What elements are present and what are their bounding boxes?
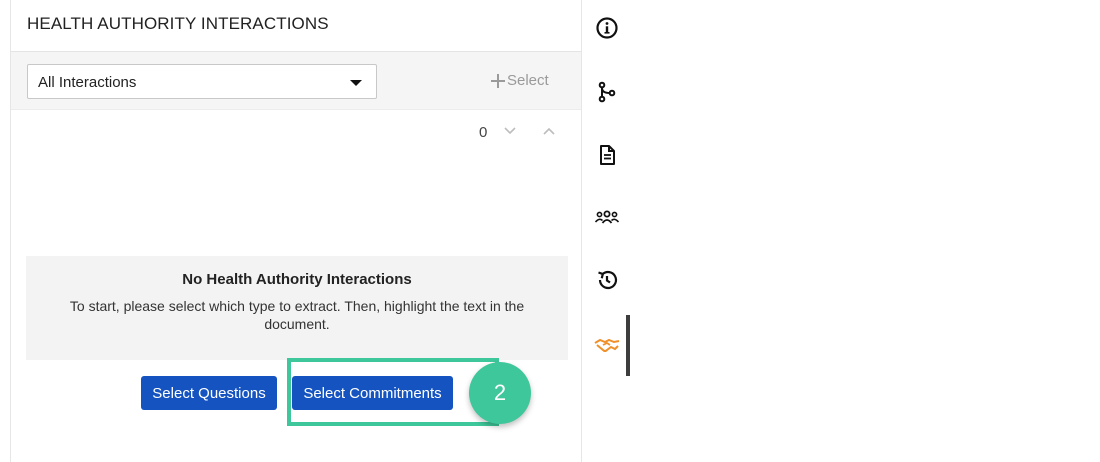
active-indicator-bar	[626, 315, 630, 376]
chevron-up-icon[interactable]	[541, 124, 557, 138]
interactions-panel: HEALTH AUTHORITY INTERACTIONS All Intera…	[10, 0, 582, 462]
side-rail	[586, 0, 636, 462]
app-root: HEALTH AUTHORITY INTERACTIONS All Intera…	[0, 0, 1100, 462]
select-commitments-button[interactable]: Select Commitments	[292, 376, 453, 410]
filter-bar: All Interactions Select	[11, 52, 581, 110]
handshake-icon[interactable]	[594, 333, 620, 359]
people-icon[interactable]	[594, 204, 620, 230]
info-icon[interactable]	[594, 15, 620, 41]
panel-header: HEALTH AUTHORITY INTERACTIONS	[11, 0, 581, 52]
document-icon[interactable]	[594, 142, 620, 168]
empty-state-message: To start, please select which type to ex…	[69, 298, 525, 332]
caret-down-icon	[350, 80, 362, 86]
interaction-type-dropdown[interactable]: All Interactions	[27, 64, 377, 99]
empty-state: No Health Authority Interactions To star…	[26, 256, 568, 360]
add-select-button[interactable]: Select	[491, 72, 549, 89]
empty-state-title: No Health Authority Interactions	[182, 271, 412, 288]
panel-title: HEALTH AUTHORITY INTERACTIONS	[27, 14, 329, 33]
add-select-label: Select	[507, 72, 549, 89]
dropdown-selected-value: All Interactions	[38, 74, 137, 91]
chevron-down-icon[interactable]	[502, 124, 518, 138]
result-counter: 0	[479, 124, 488, 141]
step-badge: 2	[469, 362, 531, 424]
select-questions-button[interactable]: Select Questions	[141, 376, 277, 410]
history-icon[interactable]	[594, 267, 620, 293]
branch-icon[interactable]	[594, 79, 620, 105]
plus-icon	[491, 73, 505, 88]
